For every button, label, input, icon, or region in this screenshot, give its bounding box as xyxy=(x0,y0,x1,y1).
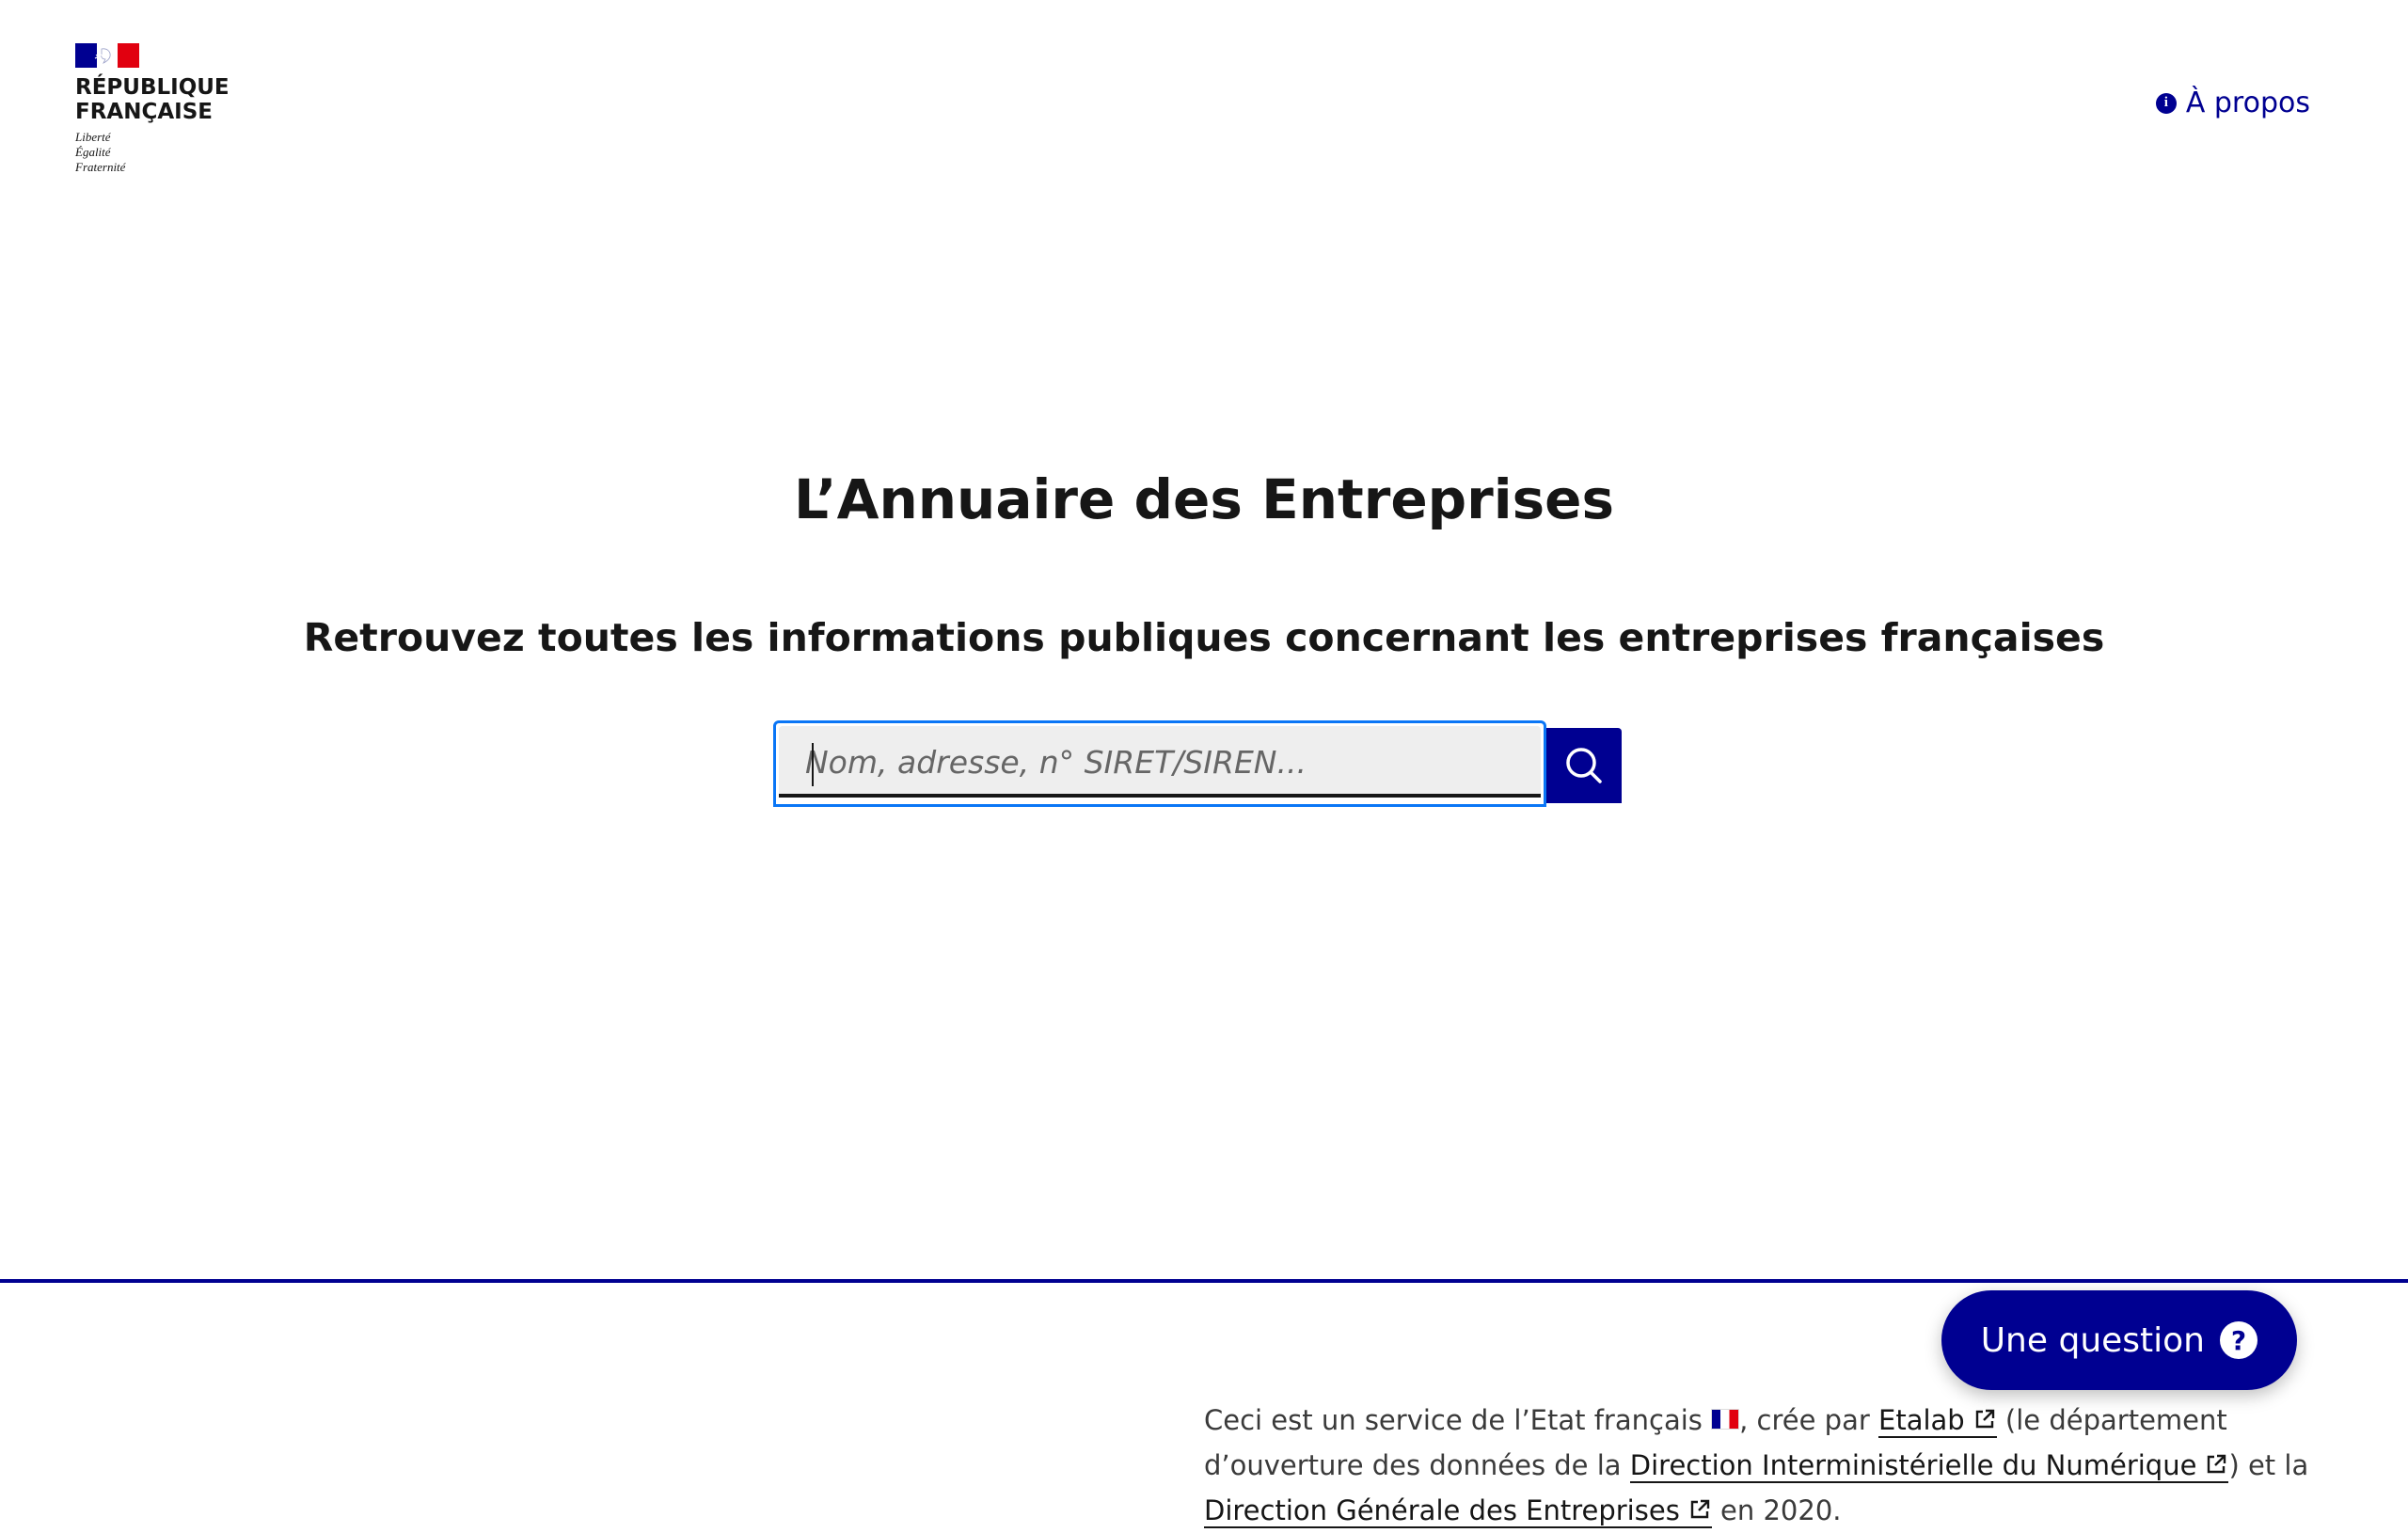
footer-text-4: ) et la xyxy=(2228,1449,2309,1481)
dinum-link[interactable]: Direction Interministérielle du Numériqu… xyxy=(1629,1449,2229,1483)
text-caret xyxy=(812,743,814,786)
motto-fraternite: Fraternité xyxy=(75,160,126,174)
marianne-flag-icon xyxy=(75,43,140,68)
question-button[interactable]: Une question ? xyxy=(1941,1290,2297,1390)
page-title: L’Annuaire des Entreprises xyxy=(793,467,1615,531)
external-link-icon xyxy=(1690,1499,1710,1519)
search-form xyxy=(773,720,1622,811)
footer-text-2: , crée par xyxy=(1739,1404,1878,1436)
external-link-icon xyxy=(2208,1454,2226,1474)
motto-liberte: Liberté xyxy=(75,130,111,144)
about-link[interactable]: i À propos xyxy=(2155,87,2310,119)
search-icon xyxy=(1566,748,1602,783)
external-link-icon xyxy=(1975,1409,1994,1429)
logo-motto: Liberté Égalité Fraternité xyxy=(75,130,245,175)
site-header: RÉPUBLIQUE FRANÇAISE Liberté Égalité Fra… xyxy=(0,0,2408,198)
dinum-link-label: Direction Interministérielle du Numériqu… xyxy=(1629,1449,2197,1481)
french-flag-icon xyxy=(1711,1409,1740,1430)
page-subtitle: Retrouvez toutes les informations publiq… xyxy=(303,615,2105,660)
question-button-label: Une question xyxy=(1980,1320,2205,1360)
etalab-link-label: Etalab xyxy=(1878,1404,1965,1436)
question-mark-icon: ? xyxy=(2220,1321,2258,1359)
search-input-focus-ring xyxy=(773,720,1546,807)
footer-text-1: Ceci est un service de l’Etat français xyxy=(1204,1404,1712,1436)
dge-link-label: Direction Générale des Entreprises xyxy=(1204,1494,1680,1526)
marianne-profile-icon xyxy=(94,48,111,64)
logo-title: RÉPUBLIQUE FRANÇAISE xyxy=(75,75,245,124)
logo-title-line1: RÉPUBLIQUE xyxy=(75,75,230,100)
logo-title-line2: FRANÇAISE xyxy=(75,100,213,124)
search-button[interactable] xyxy=(1546,728,1622,803)
footer-description: Ceci est un service de l’Etat français ,… xyxy=(1204,1398,2333,1533)
footer-text-5: en 2020. xyxy=(1711,1494,1842,1526)
dge-link[interactable]: Direction Générale des Entreprises xyxy=(1204,1494,1712,1528)
republique-francaise-logo[interactable]: RÉPUBLIQUE FRANÇAISE Liberté Égalité Fra… xyxy=(75,43,245,175)
search-input[interactable] xyxy=(779,726,1541,798)
motto-egalite: Égalité xyxy=(75,145,111,159)
about-link-label: À propos xyxy=(2185,87,2310,119)
etalab-link[interactable]: Etalab xyxy=(1878,1404,1997,1438)
info-icon: i xyxy=(2155,92,2177,114)
